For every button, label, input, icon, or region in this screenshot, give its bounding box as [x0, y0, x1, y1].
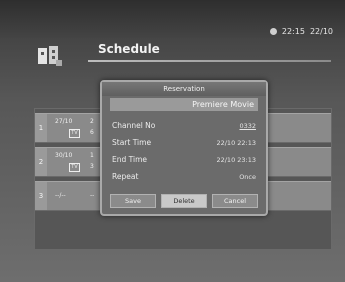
dialog-title: Reservation: [102, 82, 266, 96]
channel-label: Channel No: [112, 121, 156, 130]
start-time-label: Start Time: [112, 138, 152, 147]
item-index: 2: [35, 148, 47, 176]
clock: 22:15 22/10: [269, 27, 333, 36]
repeat-value[interactable]: Once: [239, 173, 256, 181]
dialog-buttons: Save Delete Cancel: [110, 194, 258, 208]
item-detail: --: [90, 192, 95, 199]
item-index: 3: [35, 182, 47, 210]
item-index: 1: [35, 114, 47, 142]
page-title: Schedule: [98, 42, 160, 56]
cancel-button[interactable]: Cancel: [212, 194, 258, 208]
repeat-label: Repeat: [112, 172, 139, 181]
item-detail: 1: [90, 152, 94, 159]
item-date: --/--: [55, 192, 66, 199]
title-underline: [88, 60, 331, 62]
save-button[interactable]: Save: [110, 194, 156, 208]
item-date: 27/10: [55, 118, 73, 125]
item-date: 30/10: [55, 152, 73, 159]
tv-icon: TV: [69, 129, 80, 138]
end-time-value[interactable]: 22/10 23:13: [216, 156, 256, 164]
item-detail: 2: [90, 118, 94, 125]
start-time-value[interactable]: 22/10 22:13: [216, 139, 256, 147]
end-time-label: End Time: [112, 155, 147, 164]
schedule-icon: [38, 46, 62, 66]
clock-time: 22:15: [281, 27, 305, 36]
reservation-dialog: Reservation Premiere Movie Channel No 03…: [100, 80, 268, 216]
channel-value[interactable]: 0332: [239, 122, 256, 130]
clock-icon: [269, 28, 277, 35]
item-detail: 3: [90, 163, 94, 170]
clock-date: 22/10: [309, 27, 333, 36]
delete-button[interactable]: Delete: [161, 194, 207, 208]
tv-screen: 22:15 22/10 Schedule 1 27/10 TV 2 6 2 30…: [0, 0, 345, 282]
tv-icon: TV: [69, 163, 80, 172]
item-detail: 6: [90, 129, 94, 136]
program-name[interactable]: Premiere Movie: [110, 98, 258, 111]
